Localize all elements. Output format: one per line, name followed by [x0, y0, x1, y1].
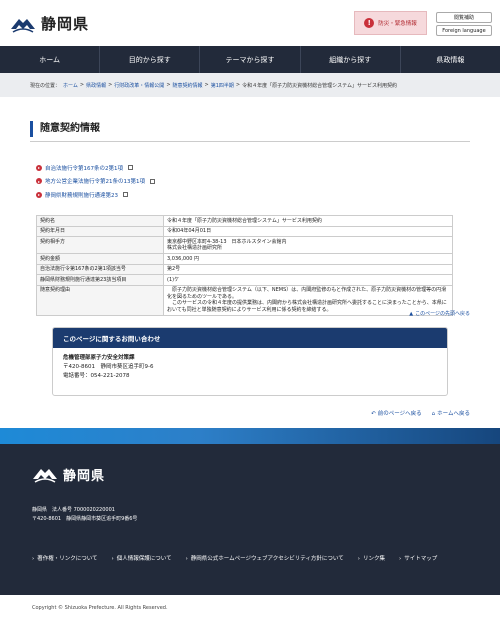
page-nav-links: ↶ 前のページへ戻る ⌂ ホームへ戻る: [371, 409, 470, 417]
site-footer: 静岡県 静岡県 法人番号 7000020220001 〒420-8601 静岡県…: [0, 444, 500, 595]
footer-link[interactable]: › 個人情報保護について: [112, 554, 172, 562]
contact-address: 〒420-8601 静岡市葵区追手町9-6: [63, 364, 154, 370]
footer-corp-number: 静岡県 法人番号 7000020220001: [32, 507, 115, 513]
table-key-cell: 契約相手方: [36, 236, 164, 254]
table-row: 随意契約理由 原子力防災資機材総合管理システム（以下、NEMS）は、内閣府監修の…: [36, 284, 453, 316]
footer-link[interactable]: › 静岡県公式ホームページウェブアクセシビリティ方針について: [186, 554, 344, 562]
back-arrow-icon: ↶: [371, 411, 376, 417]
prev-page-label: 前のページへ戻る: [377, 411, 422, 417]
page-title: 随意契約情報: [30, 121, 100, 137]
table-row: 契約名 令和４年度「原子力防災資機材総合管理システム」サービス利用契約: [36, 215, 453, 227]
mount-fuji-logo-icon: [11, 18, 35, 33]
table-value-cell: 令和04年04月01日: [163, 225, 453, 237]
table-key-cell: 随意契約理由: [36, 284, 164, 316]
back-to-top-label: このページの先頭へ戻る: [415, 311, 470, 317]
table-value-cell: 3,036,000 円: [163, 253, 453, 265]
footer-link[interactable]: › 著作権・リンクについて: [32, 554, 98, 562]
home-icon: ⌂: [431, 411, 436, 417]
list-item: ▸ 地方公営企業法施行令第21条の13第1項: [36, 176, 155, 187]
gnav-prefectural-info[interactable]: 県政情報: [401, 46, 500, 73]
table-row: 静岡県財務規則施行通達第23該当項目 (1)ケ: [36, 274, 453, 286]
table-row: 契約金額 3,036,000 円: [36, 253, 453, 265]
list-item: ▸ 自治法施行令第167条の2第1項: [36, 162, 155, 173]
footer-link[interactable]: › サイトマップ: [399, 554, 437, 562]
table-row: 契約年月日 令和04年04月01日: [36, 225, 453, 237]
related-links: ▸ 自治法施行令第167条の2第1項 ▸ 地方公営企業法施行令第21条の13第1…: [36, 162, 155, 203]
chevron-right-icon: ›: [111, 556, 114, 562]
table-value-cell: 令和４年度「原子力防災資機材総合管理システム」サービス利用契約: [163, 215, 453, 227]
home-label: ホームへ戻る: [437, 411, 470, 417]
related-link[interactable]: 自治法施行令第167条の2第1項: [45, 164, 123, 172]
table-key-cell: 契約金額: [36, 253, 164, 265]
footer-logo[interactable]: 静岡県: [32, 464, 105, 484]
contact-dept: 危機管理部原子力安全対策課: [63, 355, 135, 361]
chevron-right-icon: ›: [357, 556, 360, 562]
prev-page-link[interactable]: ↶ 前のページへ戻る: [371, 409, 422, 417]
accessibility-button[interactable]: 閲覧補助: [436, 12, 492, 23]
chevron-right-icon: ›: [398, 556, 402, 562]
new-window-icon: [150, 178, 155, 184]
table-key-cell: 契約年月日: [36, 225, 164, 237]
breadcrumb-link[interactable]: 随意契約情報: [173, 82, 203, 89]
site-header: 静岡県 ! 防災・緊急情報 閲覧補助 Foreign language: [0, 0, 500, 46]
gnav-home[interactable]: ホーム: [0, 46, 101, 73]
pdf-icon: ▸: [36, 178, 42, 184]
alert-icon: !: [364, 18, 375, 28]
emergency-info-button[interactable]: ! 防災・緊急情報: [354, 11, 427, 35]
contact-heading: このページに関するお問い合わせ: [53, 328, 447, 348]
copyright: Copyright © Shizuoka Prefecture. All Rig…: [32, 605, 168, 611]
emergency-info-label: 防災・緊急情報: [378, 21, 417, 27]
table-value-cell: 第2号: [163, 263, 453, 275]
chevron-right-icon: ›: [185, 556, 188, 562]
footer-links: › 著作権・リンクについて › 個人情報保護について › 静岡県公式ホームページウェブ…: [32, 554, 472, 562]
global-nav: ホーム 目的から探す テーマから探す 組織から探す 県政情報: [0, 46, 500, 73]
related-link[interactable]: 地方公営企業法施行令第21条の13第1項: [45, 177, 145, 185]
list-item: ▸ 静岡県財務規則施行通達第23: [36, 189, 155, 200]
home-link[interactable]: ⌂ ホームへ戻る: [432, 409, 470, 417]
table-key-cell: 自治法施行令第167条の2第1項該当号: [36, 263, 164, 275]
footer-logo-text: 静岡県: [63, 468, 106, 484]
breadcrumb-link[interactable]: 行財政改革・情報公開: [114, 82, 164, 89]
contact-phone: 電話番号：054-221-2078: [63, 373, 130, 379]
gnav-purpose[interactable]: 目的から探す: [100, 46, 201, 73]
table-key-cell: 契約名: [36, 215, 164, 227]
pdf-icon: ▸: [36, 164, 42, 171]
footer-address: 静岡県 法人番号 7000020220001 〒420-8601 静岡県静岡市葵…: [32, 506, 137, 524]
table-row: 自治法施行令第167条の2第1項該当号 第2号: [36, 263, 453, 275]
footer-link[interactable]: › リンク集: [358, 554, 385, 562]
contract-table: 契約名 令和４年度「原子力防災資機材総合管理システム」サービス利用契約 契約年月日令…: [36, 215, 453, 316]
foreign-language-button[interactable]: Foreign language: [436, 25, 492, 36]
gnav-theme[interactable]: テーマから探す: [200, 46, 301, 73]
new-window-icon: [128, 165, 133, 170]
breadcrumb-link[interactable]: ホーム: [63, 82, 78, 89]
table-key-cell: 静岡県財務規則施行通達第23該当項目: [36, 274, 164, 286]
site-logo[interactable]: 静岡県: [10, 13, 89, 34]
breadcrumb-link[interactable]: 県政情報: [86, 82, 106, 89]
back-to-top-link[interactable]: ▲ このページの先頭へ戻る: [409, 310, 470, 318]
triangle-up-icon: ▲: [409, 310, 414, 317]
table-value-cell: 東京都中野区本町4-38-13 日本ホルスタイン会館内 株式会社構造計画研究所: [163, 236, 453, 254]
site-logo-text: 静岡県: [41, 15, 90, 33]
gnav-organization[interactable]: 組織から探す: [301, 46, 401, 73]
chevron-right-icon: ›: [32, 556, 35, 562]
contact-box: このページに関するお問い合わせ 危機管理部原子力安全対策課 〒420-8601 …: [52, 327, 448, 396]
new-window-icon: [123, 192, 128, 197]
title-divider: [30, 141, 470, 142]
footer-wave-band: [0, 428, 500, 444]
breadcrumb: 現在の位置： ホーム > 県政情報 > 行財政改革・情報公開 > 随意契約情報 > 第1…: [0, 73, 500, 97]
contact-body: 危機管理部原子力安全対策課 〒420-8601 静岡市葵区追手町9-6 電話番号…: [53, 348, 447, 387]
breadcrumb-prefix: 現在の位置：: [30, 82, 61, 89]
table-value-cell: (1)ケ: [163, 274, 453, 286]
related-link[interactable]: 静岡県財務規則施行通達第23: [45, 191, 118, 199]
mount-fuji-logo-icon: [33, 469, 57, 483]
pdf-icon: ▸: [36, 191, 42, 198]
table-row: 契約相手方 東京都中野区本町4-38-13 日本ホルスタイン会館内 株式会社構造計…: [36, 236, 453, 254]
breadcrumb-link[interactable]: 第1四半期: [211, 82, 234, 89]
breadcrumb-current: 令和４年度「原子力防災資機材総合管理システム」サービス利用契約: [242, 82, 397, 89]
footer-postal-address: 〒420-8601 静岡県静岡市葵区追手町9番6号: [32, 516, 138, 522]
